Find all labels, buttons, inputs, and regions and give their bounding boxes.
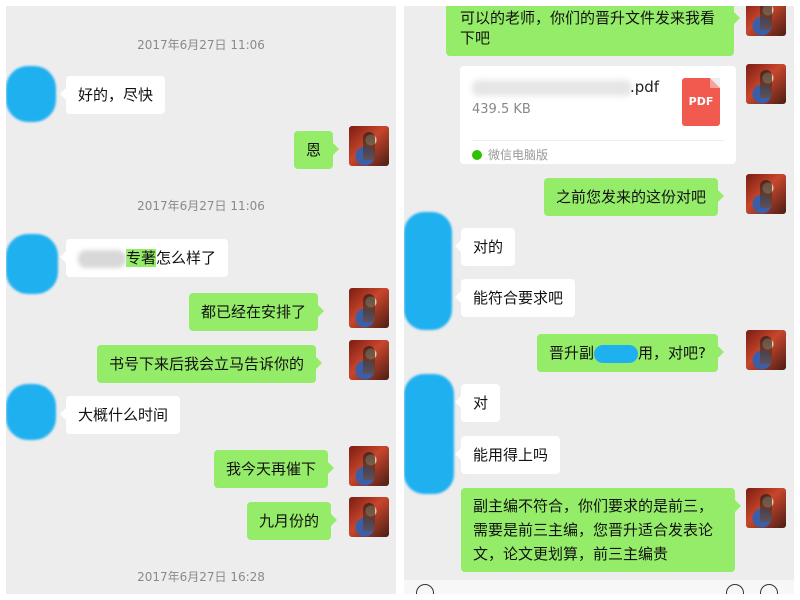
self-avatar-icon[interactable] — [349, 497, 389, 537]
message-bubble-incoming[interactable]: 对的 — [454, 228, 516, 266]
divider — [472, 140, 724, 141]
message-bubble-incoming[interactable]: 对 — [454, 384, 501, 422]
redacted-avatar — [404, 374, 454, 494]
timestamp: 2017年6月27日 16:28 — [137, 570, 265, 584]
pdf-file-icon: PDF — [682, 78, 720, 126]
timestamp: 2017年6月27日 11:06 — [137, 38, 265, 52]
message-bubble-outgoing[interactable]: 可以的老师，你们的晋升文件发来我看下吧 — [446, 6, 740, 56]
self-avatar-icon[interactable] — [746, 488, 786, 528]
timestamp: 2017年6月27日 11:06 — [137, 199, 265, 213]
file-source-label: 微信电脑版 — [488, 148, 549, 162]
self-avatar-icon[interactable] — [349, 288, 389, 328]
message-bubble-outgoing[interactable]: 都已经在安排了 — [189, 293, 325, 331]
redacted-avatar — [404, 212, 452, 330]
self-avatar-icon[interactable] — [349, 446, 389, 486]
self-avatar-icon[interactable] — [349, 126, 389, 166]
message-bubble-outgoing[interactable]: 副主编不符合，你们要求的是前三，需要是前三主编，您晋升适合发表论文，论文更划算，… — [461, 488, 741, 572]
redacted-avatar — [6, 384, 56, 440]
file-size: 439.5 KB — [472, 102, 531, 117]
message-bubble-incoming[interactable]: 能符合要求吧 — [454, 279, 576, 317]
file-extension: .pdf — [630, 78, 660, 96]
wechat-icon — [472, 150, 482, 160]
left-chat-pane: 2017年6月27日 11:06 好的，尽快 恩 2017年6月27日 11:0… — [6, 6, 396, 594]
self-avatar-icon[interactable] — [746, 330, 786, 370]
redacted-avatar — [6, 66, 56, 122]
input-toolbar — [404, 580, 794, 594]
message-bubble-incoming[interactable]: 能用得上吗 — [454, 436, 561, 474]
message-bubble-incoming[interactable]: 大概什么时间 — [59, 396, 181, 434]
message-bubble-outgoing[interactable]: 我今天再催下 — [214, 450, 335, 488]
self-avatar-icon[interactable] — [746, 64, 786, 104]
redacted-text — [78, 249, 126, 268]
emoji-icon[interactable] — [726, 584, 744, 594]
message-text: 晋升副 — [549, 344, 595, 362]
voice-toggle-icon[interactable] — [416, 584, 434, 594]
message-bubble-outgoing[interactable]: 九月份的 — [247, 502, 338, 540]
file-message-card[interactable]: .pdf 439.5 KB PDF 微信电脑版 — [460, 66, 736, 164]
self-avatar-icon[interactable] — [746, 6, 786, 36]
redacted-file-name — [472, 80, 632, 96]
message-bubble-outgoing[interactable]: 之前您发来的这份对吧 — [544, 178, 725, 216]
message-bubble-outgoing[interactable]: 恩 — [294, 131, 340, 169]
right-chat-pane: 可以的老师，你们的晋升文件发来我看下吧 .pdf 439.5 KB PDF 微信… — [404, 6, 794, 594]
message-bubble-incoming[interactable]: 好的，尽快 — [59, 76, 166, 114]
message-bubble-incoming[interactable]: 专著怎么样了 — [59, 239, 229, 277]
message-bubble-outgoing[interactable]: 书号下来后我会立马告诉你的 — [97, 345, 323, 383]
self-avatar-icon[interactable] — [746, 174, 786, 214]
redacted-text — [594, 344, 639, 363]
plus-icon[interactable] — [760, 584, 778, 594]
message-bubble-outgoing[interactable]: 晋升副 用，对吧? — [537, 334, 724, 372]
message-text: 用，对吧? — [638, 344, 706, 362]
highlighted-text: 专著 — [126, 249, 157, 267]
self-avatar-icon[interactable] — [349, 340, 389, 380]
message-text: 怎么样了 — [156, 249, 217, 267]
redacted-avatar — [6, 234, 58, 294]
